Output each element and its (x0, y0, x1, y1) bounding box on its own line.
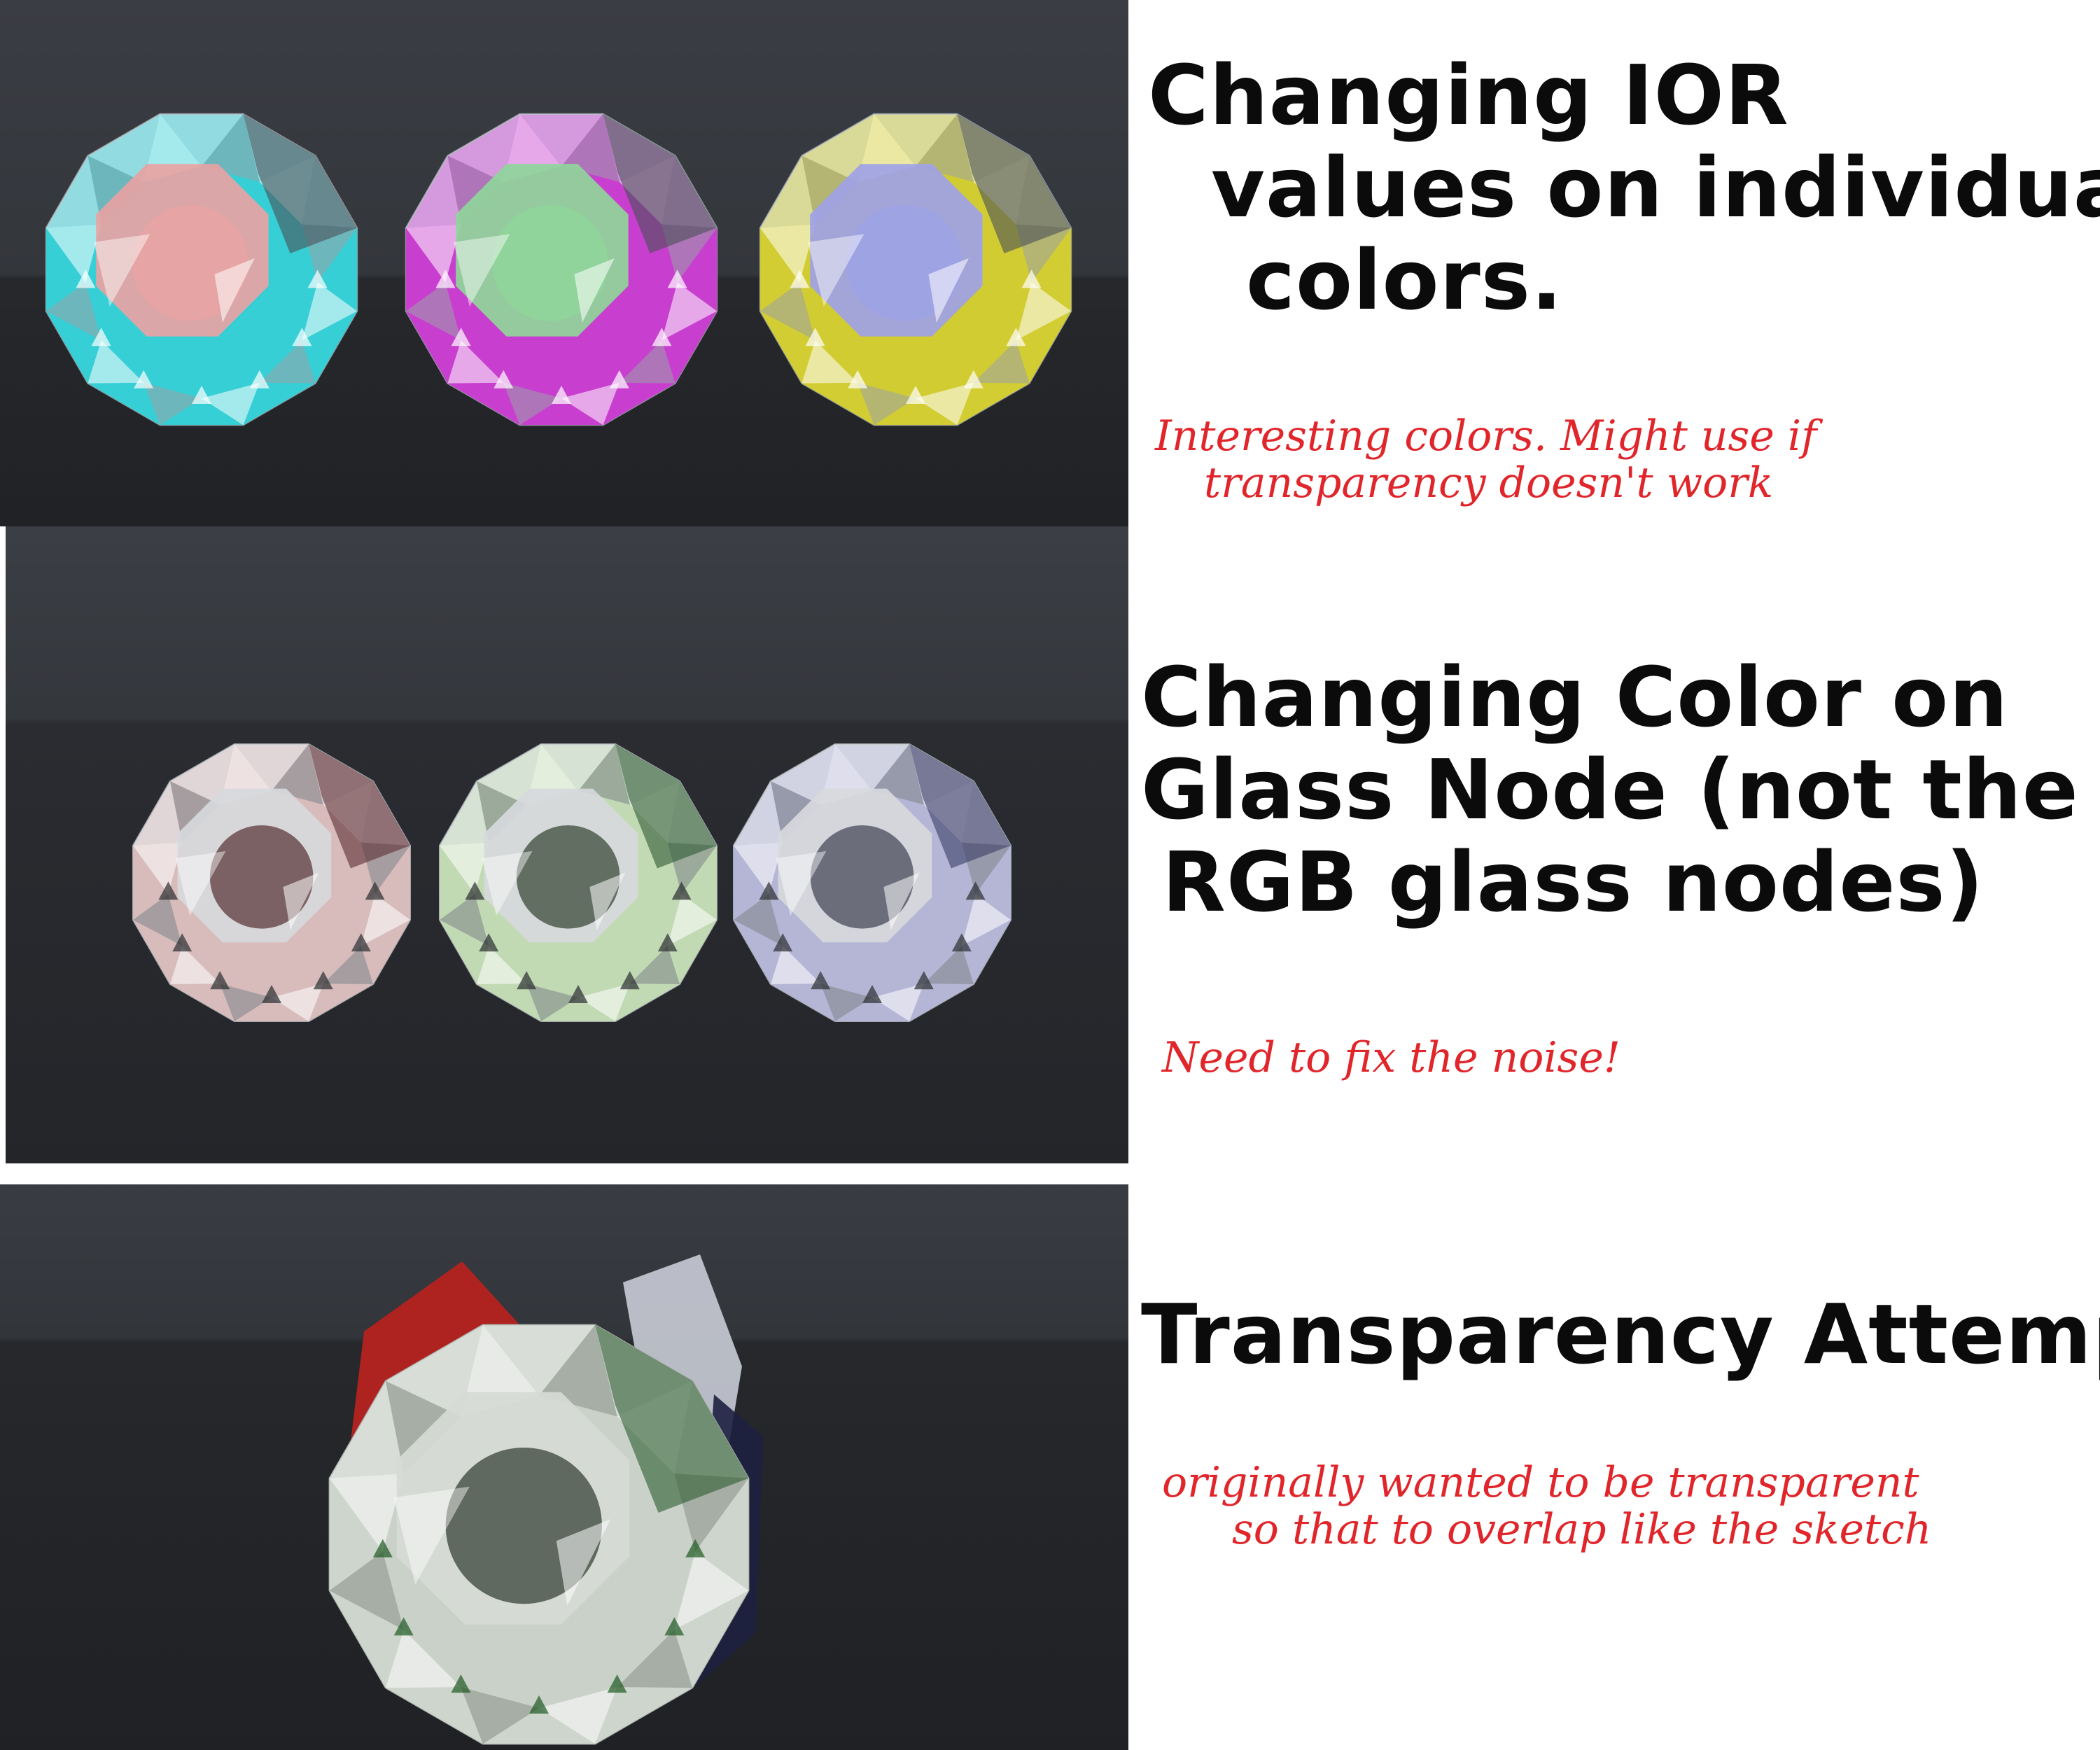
gem (45, 113, 358, 426)
ior-gem-group (45, 113, 1072, 426)
note-3-comment: originally wanted to be transparent so t… (1162, 1458, 1932, 1555)
note-3-comment-line: so that to overlap like the sketch (1232, 1505, 1932, 1555)
gem (328, 1324, 750, 1745)
note-1-heading: Changing IOR values on individual colors… (1148, 47, 2100, 329)
note-3-comment-line: originally wanted to be transparent (1162, 1458, 1919, 1507)
note-2-heading-line: RGB glass nodes) (1162, 834, 1984, 931)
transparency-gem-svg (0, 1184, 1128, 1750)
note-1-heading-line: colors. (1246, 232, 1563, 329)
note-1-comment: Interesting colors. Might use if transpa… (1155, 412, 1817, 508)
ior-gems-svg (0, 0, 1128, 526)
gem (405, 113, 718, 426)
glass-node-gems-svg (6, 526, 1128, 1163)
note-3-heading: Transparency Attempt (1141, 1288, 2100, 1380)
gem (132, 743, 411, 1022)
note-1-heading-line: Changing IOR (1148, 47, 1789, 144)
glass-node-gem-group (132, 743, 1011, 1022)
note-3-heading-line: Transparency Attempt (1141, 1286, 2100, 1382)
note-2-heading: Changing Color on Glass Node (not the RG… (1141, 649, 2079, 931)
gem (439, 743, 718, 1022)
note-2-heading-line: Changing Color on (1141, 649, 2009, 746)
note-2-comment-line: Need to fix the noise! (1162, 1033, 1620, 1082)
note-1-comment-line: transparency doesn't work (1204, 458, 1774, 508)
gem (733, 743, 1011, 1022)
note-1-heading-line: values on individual (1211, 139, 2100, 237)
transparency-gem-group (328, 1254, 763, 1745)
note-1-comment-line: Interesting colors. Might use if (1155, 412, 1817, 461)
gem (759, 113, 1072, 426)
render-glass-node-gems (6, 526, 1128, 1163)
render-transparency-gem (0, 1184, 1128, 1750)
render-ior-gems (0, 0, 1128, 526)
note-2-comment: Need to fix the noise! (1162, 1033, 1620, 1082)
note-2-heading-line: Glass Node (not the (1141, 741, 2079, 839)
